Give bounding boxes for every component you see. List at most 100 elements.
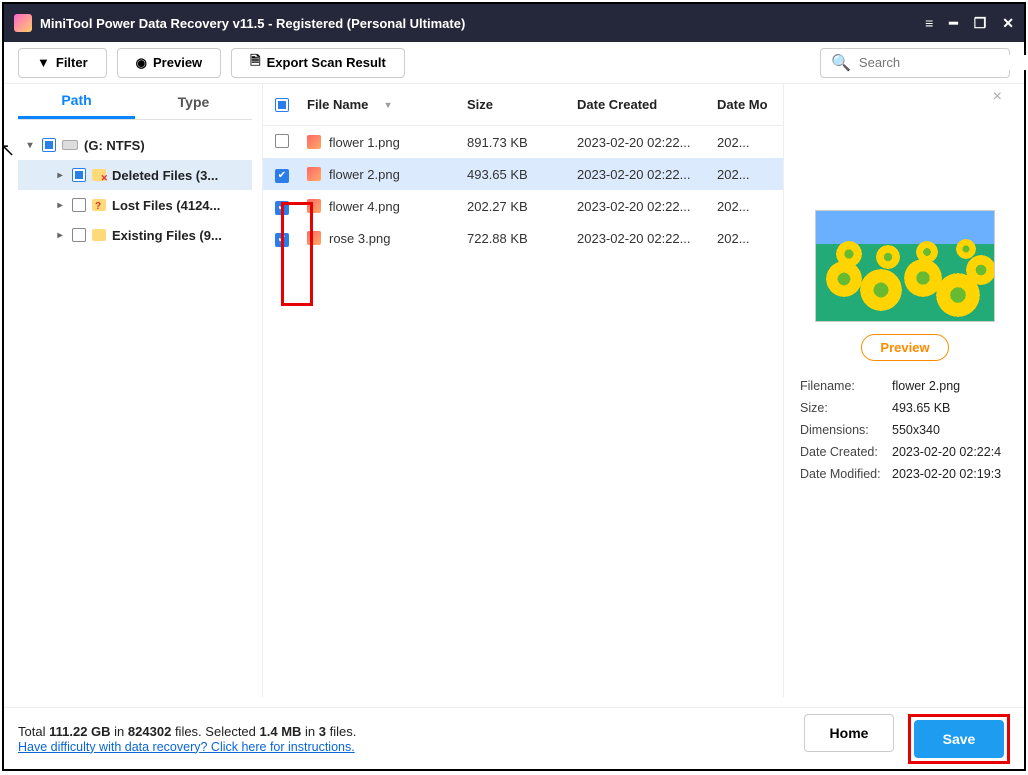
file-metadata: Filename: flower 2.png Size: 493.65 KB D…	[800, 379, 1010, 481]
table-row[interactable]: flower 4.png 202.27 KB2023-02-20 02:22...…	[263, 190, 783, 222]
meta-value-dimensions: 550x340	[892, 423, 1010, 437]
file-created: 2023-02-20 02:22...	[577, 167, 717, 182]
tree-item-label: Existing Files (9...	[112, 228, 222, 243]
image-file-icon	[307, 231, 321, 245]
file-created: 2023-02-20 02:22...	[577, 199, 717, 214]
folder-tree: ▾ (G: NTFS) ▸ Deleted Files (3... ▸ Lost…	[18, 120, 252, 250]
filter-label: Filter	[56, 55, 88, 70]
preview-label: Preview	[153, 55, 202, 70]
export-button[interactable]: 🗎 Export Scan Result	[231, 48, 405, 78]
home-button[interactable]: Home	[804, 714, 894, 752]
menu-icon[interactable]: ≡	[925, 15, 933, 31]
maximize-icon[interactable]: ❐	[974, 15, 987, 32]
file-name: flower 1.png	[329, 135, 400, 150]
tree-item-lost[interactable]: ▸ Lost Files (4124...	[18, 190, 252, 220]
file-name: flower 4.png	[329, 199, 400, 214]
file-modified: 202...	[717, 167, 771, 182]
checkbox[interactable]	[72, 198, 86, 212]
file-created: 2023-02-20 02:22...	[577, 231, 717, 246]
search-box[interactable]: 🔍	[820, 48, 1010, 78]
tree-root[interactable]: ▾ (G: NTFS)	[18, 130, 252, 160]
caret-right-icon[interactable]: ▸	[54, 230, 66, 241]
close-preview-icon[interactable]: ×	[993, 88, 1002, 106]
col-size[interactable]: Size	[467, 97, 577, 112]
search-input[interactable]	[859, 55, 1028, 70]
funnel-icon: ▼	[37, 55, 50, 70]
file-list-pane: File Name ▼ Size Date Created Date Mo fl…	[262, 84, 784, 697]
table-row[interactable]: rose 3.png 722.88 KB2023-02-20 02:22...20…	[263, 222, 783, 254]
tree-root-label: (G: NTFS)	[84, 138, 145, 153]
file-modified: 202...	[717, 199, 771, 214]
tree-tabs: Path Type	[18, 84, 252, 120]
caret-right-icon[interactable]: ▸	[54, 170, 66, 181]
preview-pane: × Preview Filename: flower 2.png Size: 4…	[794, 84, 1010, 697]
file-modified: 202...	[717, 231, 771, 246]
table-row[interactable]: flower 2.png493.65 KB2023-02-20 02:22...…	[263, 158, 783, 190]
tab-type[interactable]: Type	[135, 84, 252, 119]
folder-lost-icon	[92, 199, 106, 211]
filter-button[interactable]: ▼ Filter	[18, 48, 107, 78]
file-name: rose 3.png	[329, 231, 390, 246]
row-checkbox[interactable]	[275, 233, 289, 247]
col-date-modified[interactable]: Date Mo	[717, 97, 771, 112]
checkbox[interactable]	[42, 138, 56, 152]
row-checkbox[interactable]	[275, 201, 289, 215]
app-logo-icon	[14, 14, 32, 32]
checkbox[interactable]	[72, 168, 86, 182]
file-size: 202.27 KB	[467, 199, 577, 214]
file-list: flower 1.png891.73 KB2023-02-20 02:22...…	[263, 126, 783, 697]
sort-desc-icon: ▼	[384, 100, 393, 110]
status-text: Total 111.22 GB in 824302 files. Selecte…	[18, 724, 356, 754]
col-date-created[interactable]: Date Created	[577, 97, 717, 112]
image-file-icon	[307, 135, 321, 149]
row-checkbox[interactable]	[275, 134, 289, 148]
file-modified: 202...	[717, 135, 771, 150]
meta-value-size: 493.65 KB	[892, 401, 1010, 415]
meta-label-created: Date Created:	[800, 445, 892, 459]
open-preview-button[interactable]: Preview	[861, 334, 948, 361]
meta-label-filename: Filename:	[800, 379, 892, 393]
list-header: File Name ▼ Size Date Created Date Mo	[263, 84, 783, 126]
toolbar: ▼ Filter ◉ Preview 🗎 Export Scan Result …	[4, 42, 1024, 84]
preview-thumbnail	[815, 210, 995, 322]
close-icon[interactable]: ✕	[1002, 15, 1014, 32]
window-title: MiniTool Power Data Recovery v11.5 - Reg…	[40, 16, 925, 31]
file-size: 722.88 KB	[467, 231, 577, 246]
tree-item-label: Deleted Files (3...	[112, 168, 218, 183]
left-pane: Path Type ▾ (G: NTFS) ▸ Deleted Files (3…	[18, 84, 252, 697]
title-bar: MiniTool Power Data Recovery v11.5 - Reg…	[4, 4, 1024, 42]
col-filename[interactable]: File Name ▼	[307, 97, 467, 112]
tree-item-existing[interactable]: ▸ Existing Files (9...	[18, 220, 252, 250]
file-created: 2023-02-20 02:22...	[577, 135, 717, 150]
save-button[interactable]: Save	[914, 720, 1004, 758]
folder-icon	[92, 229, 106, 241]
meta-value-filename: flower 2.png	[892, 379, 1010, 393]
meta-label-modified: Date Modified:	[800, 467, 892, 481]
file-size: 493.65 KB	[467, 167, 577, 182]
row-checkbox[interactable]	[275, 169, 289, 183]
file-size: 891.73 KB	[467, 135, 577, 150]
status-bar: Total 111.22 GB in 824302 files. Selecte…	[4, 707, 1024, 769]
image-file-icon	[307, 199, 321, 213]
table-row[interactable]: flower 1.png 891.73 KB2023-02-20 02:22...…	[263, 126, 783, 158]
annotation-box: Save	[908, 714, 1010, 764]
search-icon: 🔍	[831, 53, 851, 73]
checkbox[interactable]	[72, 228, 86, 242]
eye-icon: ◉	[136, 55, 147, 71]
minimize-icon[interactable]: ━	[949, 15, 957, 32]
tab-path[interactable]: Path	[18, 84, 135, 119]
meta-value-created: 2023-02-20 02:22:4	[892, 445, 1010, 459]
caret-right-icon[interactable]: ▸	[54, 200, 66, 211]
folder-deleted-icon	[92, 169, 106, 181]
preview-button[interactable]: ◉ Preview	[117, 48, 222, 78]
caret-down-icon[interactable]: ▾	[24, 140, 36, 151]
help-link[interactable]: Have difficulty with data recovery? Clic…	[18, 740, 355, 754]
meta-value-modified: 2023-02-20 02:19:3	[892, 467, 1010, 481]
tree-item-deleted[interactable]: ▸ Deleted Files (3...	[18, 160, 252, 190]
export-icon: 🗎	[250, 52, 260, 74]
export-label: Export Scan Result	[267, 55, 386, 70]
select-all-checkbox[interactable]	[275, 98, 289, 112]
disk-icon	[62, 140, 78, 150]
meta-label-dimensions: Dimensions:	[800, 423, 892, 437]
tree-item-label: Lost Files (4124...	[112, 198, 220, 213]
